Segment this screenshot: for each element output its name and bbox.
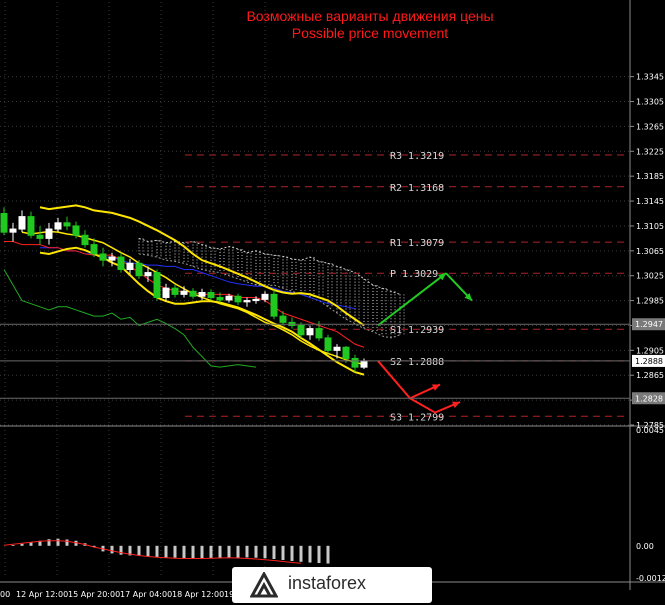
candle-body	[306, 328, 314, 336]
pivot-label-s2: S2 1.2888	[390, 357, 444, 368]
candle-body	[81, 234, 89, 246]
candle-body	[198, 292, 206, 297]
candle-body	[297, 324, 305, 336]
y-tick-label: 1.3105	[636, 222, 664, 231]
chart-title-english: Possible price movement	[291, 25, 449, 41]
pivot-label-p: P 1.3029	[390, 269, 438, 280]
pivot-label-s1: S1 1.2939	[390, 325, 444, 336]
candle-body	[9, 228, 17, 233]
candle-body	[117, 256, 125, 270]
x-tick-label: 00	[0, 590, 10, 599]
candle-body	[324, 337, 332, 351]
pivot-label-r3: R3 1.3219	[390, 151, 444, 162]
y-tick-label: 1.3185	[636, 172, 664, 181]
candle-body	[27, 216, 35, 236]
price-chart[interactable]: R3 1.3219 R2 1.3168 R1 1.3079 P 1.3029 S1 1.…	[0, 0, 665, 605]
y-tick-label: 1.3345	[636, 73, 664, 82]
candle-body	[180, 290, 188, 295]
chart-title-russian: Возможные варианты движения цены	[246, 8, 494, 24]
price-badge-label: 1.2888	[635, 357, 663, 366]
x-tick-label: 17 Apr 04:00	[120, 590, 172, 599]
y-tick-label: 1.3305	[636, 98, 664, 107]
candle-body	[207, 292, 215, 298]
candle-body	[0, 213, 8, 233]
candle-body	[162, 287, 170, 298]
candle-body	[360, 360, 368, 368]
candle-body	[171, 287, 179, 295]
candle-body	[315, 328, 323, 339]
x-tick-label: 18 Apr 12:00	[172, 590, 224, 599]
instaforex-logo-icon	[250, 572, 278, 598]
candle-body	[144, 272, 152, 277]
candle-body	[225, 295, 233, 301]
candle-body	[72, 225, 80, 236]
candle-body	[54, 222, 62, 230]
x-tick-label: 12 Apr 12:00	[16, 590, 68, 599]
pivot-label-s3: S3 1.2799	[390, 412, 444, 423]
price-badge-label: 1.2828	[635, 394, 663, 403]
candle-body	[279, 315, 287, 323]
pivot-label-r1: R1 1.3079	[390, 238, 444, 249]
y-tick-label: 1.2985	[636, 297, 664, 306]
y-tick-label: 1.3145	[636, 197, 664, 206]
macd-y-tick-label: 0.00	[636, 542, 654, 551]
candle-body	[99, 253, 107, 261]
pivot-label-r2: R2 1.3168	[390, 183, 444, 194]
candle-body	[243, 300, 251, 303]
candle-body	[63, 222, 71, 227]
candle-body	[189, 290, 197, 297]
y-tick-label: 1.3265	[636, 122, 664, 131]
candle-body	[18, 216, 26, 230]
y-tick-label: 1.3225	[636, 147, 664, 156]
y-tick-label: 1.3025	[636, 272, 664, 281]
candle-body	[90, 244, 98, 255]
candle-body	[270, 293, 278, 317]
instaforex-watermark: instaforex	[232, 567, 432, 603]
candle-body	[153, 272, 161, 298]
candle-body	[216, 296, 224, 301]
candle-body	[108, 256, 116, 261]
candle-body	[351, 357, 359, 368]
candle-body	[342, 346, 350, 359]
candle-body	[252, 298, 260, 302]
macd-y-tick-label: 0.00457	[636, 426, 665, 435]
candle-body	[261, 293, 269, 300]
candle-body	[45, 228, 53, 239]
candle-body	[36, 234, 44, 239]
candle-body	[126, 262, 134, 270]
candle-body	[234, 295, 242, 303]
price-badge-label: 1.2947	[635, 320, 663, 329]
candle-body	[333, 346, 341, 351]
y-tick-label: 1.2905	[636, 346, 664, 355]
y-tick-label: 1.2865	[636, 371, 664, 380]
macd-y-tick-label: -0.00127	[636, 574, 665, 583]
watermark-text: instaforex	[288, 573, 367, 593]
y-tick-label: 1.3065	[636, 247, 664, 256]
x-tick-label: 15 Apr 20:00	[68, 590, 120, 599]
candle-body	[135, 262, 143, 277]
